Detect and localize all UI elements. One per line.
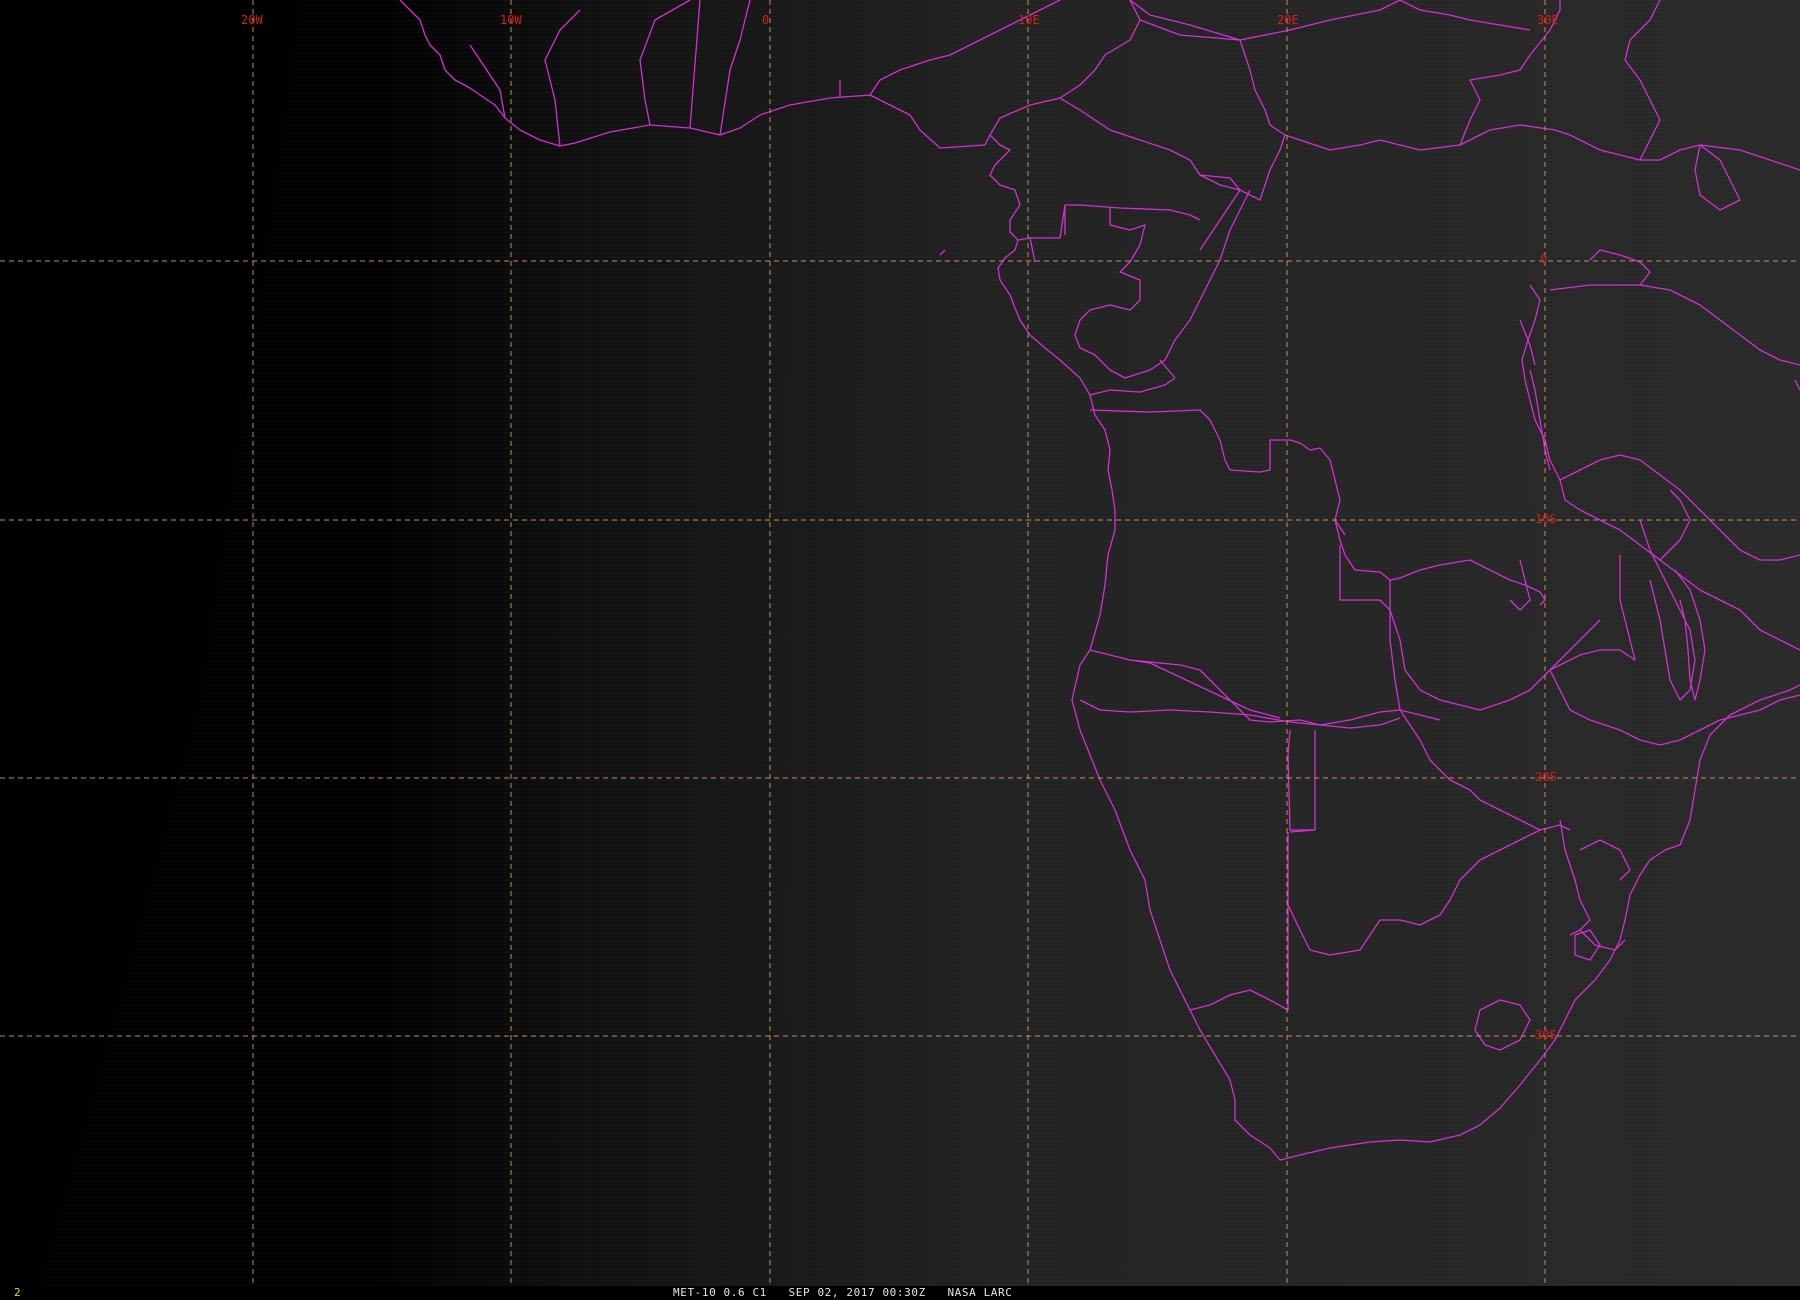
status-bar: 2 MET-10 0.6 C1 SEP 02, 2017 00:30Z NASA… <box>0 1286 1800 1300</box>
lat-label-10s: 10S <box>1535 512 1557 526</box>
frame-number: 2 <box>14 1286 21 1299</box>
lon-label-20w: 20W <box>241 13 263 27</box>
lon-label-10w: 10W <box>500 13 522 27</box>
lat-label-0: 0 <box>1540 252 1547 266</box>
lon-label-30e: 30E <box>1537 13 1559 27</box>
lat-label-20s: 20S <box>1535 770 1557 784</box>
lat-label-30s: 30S <box>1535 1028 1557 1042</box>
lon-label-0: 0 <box>762 13 769 27</box>
satellite-map: 20W 10W 0 10E 20E 30E 0 10S 20S 30S <box>0 0 1800 1286</box>
lon-label-20e: 20E <box>1277 13 1299 27</box>
lon-label-10e: 10E <box>1018 13 1040 27</box>
image-caption: MET-10 0.6 C1 SEP 02, 2017 00:30Z NASA L… <box>673 1286 1013 1299</box>
